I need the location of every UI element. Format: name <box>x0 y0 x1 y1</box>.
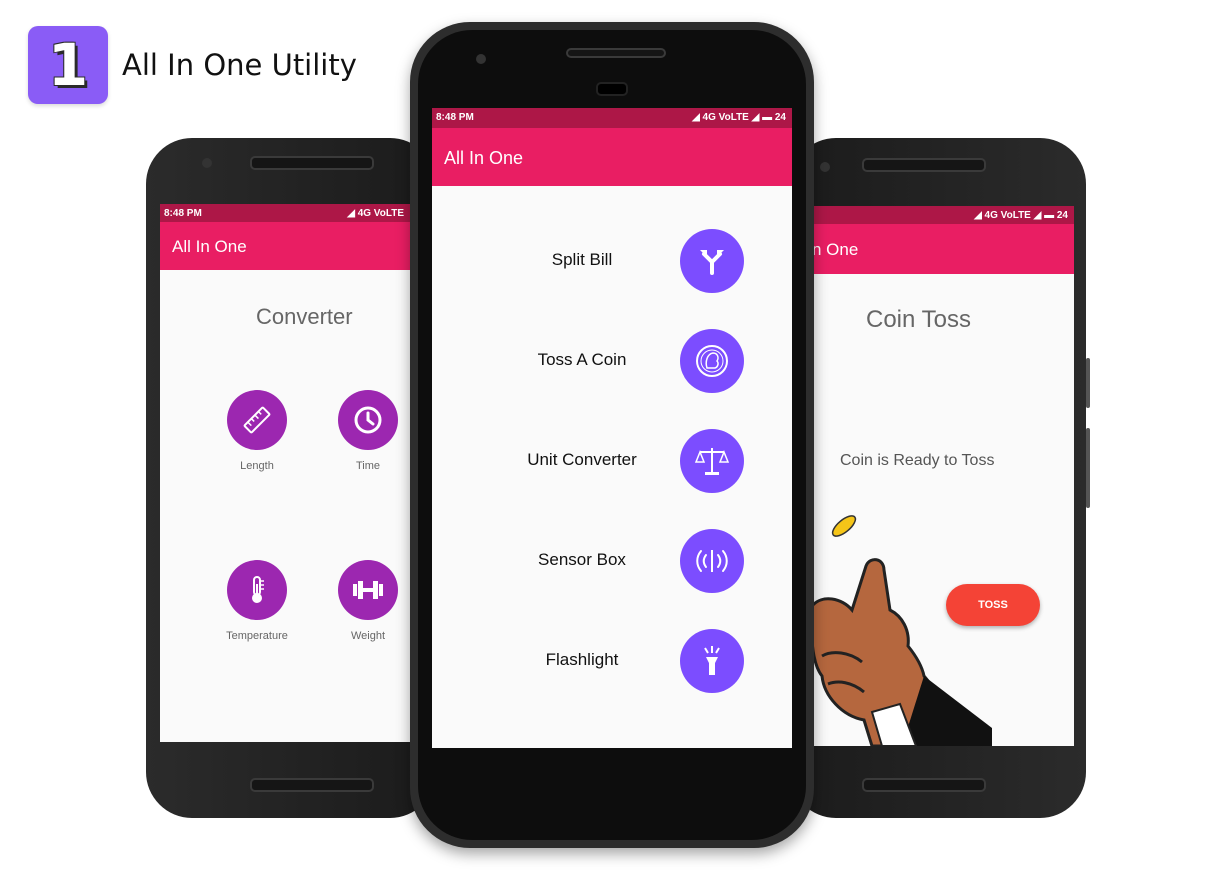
earpiece <box>596 82 628 96</box>
list-item-flashlight[interactable]: Flashlight <box>432 626 792 696</box>
speaker-grille-bottom <box>862 778 986 792</box>
converter-time-label: Time <box>355 460 381 472</box>
toss-button[interactable]: TOSS <box>946 584 1040 626</box>
sensor-waves-icon[interactable] <box>680 529 744 593</box>
flashlight-icon[interactable] <box>680 629 744 693</box>
split-arrows-icon[interactable] <box>680 229 744 293</box>
app-bar: All In One <box>160 222 410 270</box>
converter-length[interactable]: Length <box>212 390 302 472</box>
speaker-grille-bottom <box>250 778 374 792</box>
converter-length-label: Length <box>240 460 274 472</box>
status-bar: 8:48 PM ◢ 4G VoLTE <box>160 204 410 222</box>
power-button <box>1086 428 1090 508</box>
camera-icon <box>202 158 212 168</box>
list-item-label: Split Bill <box>551 250 613 269</box>
brand-title: All In One Utility <box>122 48 357 82</box>
scale-icon[interactable] <box>680 429 744 493</box>
list-item-label: Sensor Box <box>538 550 626 569</box>
converter-temperature[interactable]: Temperature <box>212 560 302 642</box>
speaker-grille <box>862 158 986 172</box>
list-item-toss-coin[interactable]: Toss A Coin <box>432 326 792 396</box>
list-item-label: Toss A Coin <box>537 350 627 369</box>
camera-icon <box>820 162 830 172</box>
camera-icon <box>476 54 486 64</box>
ruler-icon <box>227 390 287 450</box>
brand-header: 1 All In One Utility <box>28 26 357 104</box>
speaker-grille <box>250 156 374 170</box>
logo-digit: 1 <box>47 31 89 99</box>
section-title: Converter <box>256 304 353 329</box>
status-bar: 8:48 PM ◢ 4G VoLTE ◢ ▬ 24 <box>432 108 792 128</box>
clock-icon <box>338 390 398 450</box>
converter-time[interactable]: Time <box>323 390 410 472</box>
status-time: 8:48 PM <box>436 112 474 123</box>
section-title: Coin Toss <box>866 306 971 333</box>
status-icons: ◢ 4G VoLTE ◢ ▬ 24 <box>974 210 1068 221</box>
converter-screen: 8:48 PM ◢ 4G VoLTE All In One Converter … <box>160 204 410 742</box>
speaker-grille <box>566 48 666 58</box>
app-bar-title: n One <box>812 240 859 259</box>
converter-weight[interactable]: Weight <box>323 560 410 642</box>
status-icons: ◢ 4G VoLTE <box>347 208 404 219</box>
list-item-unit-converter[interactable]: Unit Converter <box>432 426 792 496</box>
list-item-label: Flashlight <box>545 650 619 669</box>
volume-button <box>1086 358 1090 408</box>
coin-toss-screen: ◢ 4G VoLTE ◢ ▬ 24 n One Coin Toss Coin i… <box>812 206 1074 746</box>
hand-flipping-coin-illustration <box>812 515 992 746</box>
status-bar: ◢ 4G VoLTE ◢ ▬ 24 <box>812 206 1074 224</box>
status-time: 8:48 PM <box>164 208 202 219</box>
converter-weight-label: Weight <box>350 630 386 642</box>
converter-temperature-label: Temperature <box>226 630 288 642</box>
dumbbell-icon <box>338 560 398 620</box>
app-bar: n One <box>812 224 1074 274</box>
coin-icon[interactable] <box>680 329 744 393</box>
app-logo: 1 <box>28 26 108 104</box>
coin-status-text: Coin is Ready to Toss <box>840 452 995 469</box>
thermometer-icon <box>227 560 287 620</box>
app-bar-title: All In One <box>444 148 524 168</box>
home-screen: 8:48 PM ◢ 4G VoLTE ◢ ▬ 24 All In One Spl… <box>432 108 792 748</box>
app-bar-title: All In One <box>172 237 247 256</box>
list-item-sensor-box[interactable]: Sensor Box <box>432 526 792 596</box>
list-item-split-bill[interactable]: Split Bill <box>432 226 792 296</box>
status-icons: ◢ 4G VoLTE ◢ ▬ 24 <box>692 112 786 123</box>
app-bar: All In One <box>432 128 792 186</box>
list-item-label: Unit Converter <box>527 450 637 469</box>
